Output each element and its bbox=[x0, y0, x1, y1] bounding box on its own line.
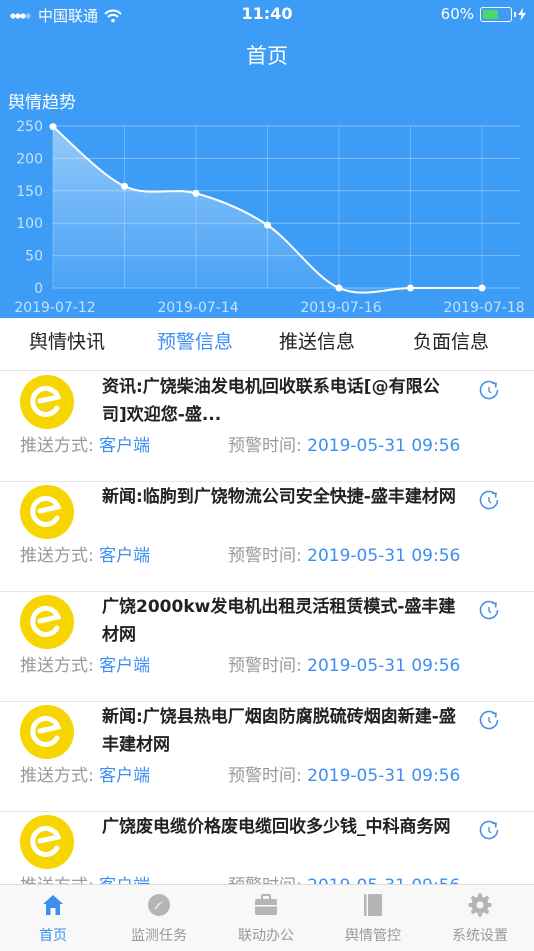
y-tick-label: 0 bbox=[34, 281, 43, 297]
y-tick-label: 50 bbox=[25, 249, 43, 265]
push-method-label: 推送方式: bbox=[20, 656, 94, 676]
push-method-value: 客户端 bbox=[99, 546, 151, 566]
alert-time: 预警时间: 2019-05-31 09:56 bbox=[228, 541, 460, 566]
data-point bbox=[478, 284, 486, 292]
list-item[interactable]: 广饶2000kw发电机出租灵活租赁模式-盛丰建材网 推送方式: 客户端 预警时间: … bbox=[0, 591, 534, 702]
item-title: 广饶废电缆价格废电缆回收多少钱_中科商务网 bbox=[102, 817, 451, 837]
push-method-label: 推送方式: bbox=[20, 766, 94, 786]
alert-time-value: 2019-05-31 09:56 bbox=[307, 766, 461, 786]
source-logo-icon bbox=[20, 375, 74, 429]
home-icon bbox=[43, 895, 63, 915]
push-method-label: 推送方式: bbox=[20, 546, 94, 566]
status-bar: 中国联通 11:40 60% bbox=[0, 0, 534, 28]
item-title: 新闻:广饶县热电厂烟囱防腐脱硫砖烟囱新建-盛丰建材网 bbox=[102, 707, 456, 755]
data-point bbox=[264, 221, 271, 229]
bottom-tab-bar: 首页 监测任务 联动办公 舆情管控 系统设置 bbox=[0, 884, 534, 951]
x-tick-label: 2019-07-18 bbox=[443, 300, 524, 316]
x-tick-label: 2019-07-16 bbox=[300, 300, 381, 316]
refresh-icon[interactable] bbox=[478, 379, 500, 401]
push-method-value: 客户端 bbox=[99, 876, 150, 884]
alert-time-label: 预警时间: bbox=[228, 436, 302, 456]
data-point bbox=[192, 189, 200, 197]
alert-time: 预警时间: 2019-05-31 09:56 bbox=[228, 871, 460, 884]
alert-time-label: 预警时间: bbox=[228, 546, 302, 566]
alert-time-label: 预警时间: bbox=[228, 656, 302, 676]
push-method: 推送方式: 客户端 bbox=[20, 651, 150, 676]
push-method-value: 客户端 bbox=[99, 656, 151, 676]
alert-list: 资讯:广饶柴油发电机回收联系电话[@有限公司]欢迎您-盛... 推送方式: 客户端… bbox=[0, 371, 534, 884]
refresh-icon[interactable] bbox=[478, 819, 500, 841]
briefcase-icon bbox=[255, 894, 277, 915]
push-method: 推送方式: 客户端 bbox=[20, 871, 150, 884]
gear-icon bbox=[468, 893, 492, 917]
trend-chart: 0 50 100 150 200 250 2019-07-12 2019-07-14 2019-… bbox=[14, 119, 524, 316]
y-tick-label: 150 bbox=[16, 184, 43, 200]
list-item[interactable]: 广饶废电缆价格废电缆回收多少钱_中科商务网推送方式: 客户端 预警时间: 2019… bbox=[0, 811, 534, 884]
bottom-tab-label: 舆情管控 bbox=[345, 928, 401, 944]
battery-percent: 60% bbox=[440, 5, 474, 23]
data-point bbox=[407, 284, 414, 292]
item-title: 资讯:广饶柴油发电机回收联系电话[@有限公司]欢迎您-盛... bbox=[102, 377, 440, 425]
alert-time-label: 预警时间: bbox=[228, 876, 302, 884]
push-method-label: 推送方式: bbox=[20, 436, 94, 456]
alert-time-value: 2019-05-31 09:56 bbox=[307, 546, 461, 566]
bottom-tab-home[interactable]: 首页 bbox=[0, 885, 106, 951]
tab-alerts[interactable]: 预警信息 bbox=[128, 318, 262, 370]
bottom-tab-label: 系统设置 bbox=[452, 928, 508, 944]
alert-time: 预警时间: 2019-05-31 09:56 bbox=[228, 651, 460, 676]
data-point bbox=[335, 284, 343, 292]
source-logo-icon bbox=[20, 595, 74, 649]
page-title: 首页 bbox=[246, 44, 288, 68]
refresh-icon[interactable] bbox=[478, 709, 500, 731]
tab-push[interactable]: 推送信息 bbox=[250, 318, 384, 370]
push-method: 推送方式: 客户端 bbox=[20, 541, 150, 566]
y-tick-label: 100 bbox=[16, 216, 43, 232]
y-tick-label: 250 bbox=[16, 119, 43, 135]
alert-time-label: 预警时间: bbox=[228, 766, 302, 786]
bottom-tab-monitor[interactable]: 监测任务 bbox=[106, 885, 212, 951]
bottom-tab-label: 首页 bbox=[39, 928, 67, 944]
source-logo-icon bbox=[20, 485, 74, 539]
tab-bar: 舆情快讯 预警信息 推送信息 负面信息 bbox=[0, 318, 534, 371]
push-method-value: 客户端 bbox=[99, 766, 151, 786]
push-method-label: 推送方式: bbox=[20, 876, 94, 884]
bottom-tab-control[interactable]: 舆情管控 bbox=[320, 885, 426, 951]
refresh-icon[interactable] bbox=[478, 599, 500, 621]
alert-time: 预警时间: 2019-05-31 09:56 bbox=[228, 431, 460, 456]
x-tick-label: 2019-07-12 bbox=[14, 300, 95, 316]
alert-time: 预警时间: 2019-05-31 09:56 bbox=[228, 761, 460, 786]
bottom-tab-label: 联动办公 bbox=[238, 928, 294, 944]
push-method-value: 客户端 bbox=[99, 436, 151, 456]
bottom-tab-label: 监测任务 bbox=[131, 928, 187, 944]
y-tick-label: 200 bbox=[16, 151, 43, 167]
list-item[interactable]: 新闻:临朐到广饶物流公司安全快捷-盛丰建材网推送方式: 客户端 预警时间: 201… bbox=[0, 481, 534, 592]
bottom-tab-office[interactable]: 联动办公 bbox=[213, 885, 319, 951]
alert-time-value: 2019-05-31 09:56 bbox=[307, 436, 461, 456]
push-method: 推送方式: 客户端 bbox=[20, 761, 150, 786]
x-tick-label: 2019-07-14 bbox=[157, 300, 238, 316]
alert-time-value: 2019-05-31 09:56 bbox=[307, 656, 461, 676]
refresh-icon[interactable] bbox=[478, 489, 500, 511]
source-logo-icon bbox=[20, 705, 74, 759]
list-item[interactable]: 新闻:广饶县热电厂烟囱防腐脱硫砖烟囱新建-盛丰建材网 推送方式: 客户端 预警时间:… bbox=[0, 701, 534, 812]
compass-icon bbox=[148, 894, 170, 916]
tab-negative[interactable]: 负面信息 bbox=[384, 318, 518, 370]
item-title: 广饶2000kw发电机出租灵活租赁模式-盛丰建材网 bbox=[102, 597, 456, 645]
list-item[interactable]: 资讯:广饶柴油发电机回收联系电话[@有限公司]欢迎您-盛... 推送方式: 客户端… bbox=[0, 371, 534, 482]
battery-icon bbox=[480, 6, 516, 22]
push-method: 推送方式: 客户端 bbox=[20, 431, 150, 456]
book-icon bbox=[364, 894, 382, 916]
tab-news-flash[interactable]: 舆情快讯 bbox=[0, 318, 134, 370]
item-title: 新闻:临朐到广饶物流公司安全快捷-盛丰建材网 bbox=[102, 487, 456, 507]
alert-time-value: 2019-05-31 09:56 bbox=[307, 876, 460, 884]
data-point bbox=[49, 123, 57, 131]
bottom-tab-settings[interactable]: 系统设置 bbox=[427, 885, 533, 951]
charging-icon bbox=[518, 7, 526, 21]
data-point bbox=[121, 182, 128, 190]
source-logo-icon bbox=[20, 815, 74, 869]
header-area: 中国联通 11:40 60% 首页 舆情趋势 0 50 100 150 200 250 20… bbox=[0, 0, 534, 318]
